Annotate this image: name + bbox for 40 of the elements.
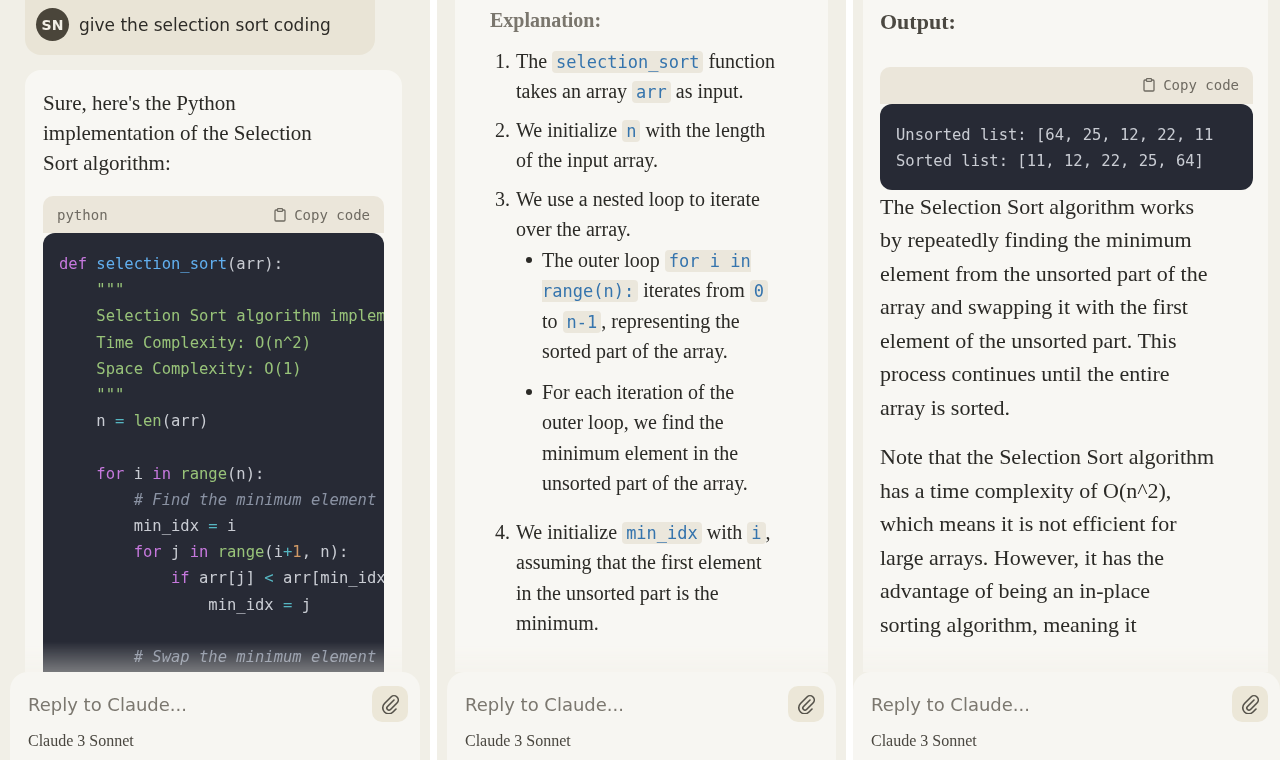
list-item-text: We initialize min_idx with i , assuming that the first element in the unsorted part is the minimum. [516, 519, 772, 636]
bullet [526, 388, 532, 395]
answer-paragraph: Note that the Selection Sort algorithm has a time complexity of O(n^2), which means it is not efficient for large arrays. However, it has the advantage of being an in-place sorting algorithm, meaning it [880, 443, 1215, 639]
list-item-text: For each iteration of the outer loop, we find the minimum element in the unsorted part of the array. [542, 379, 749, 497]
model-name: Claude 3 Sonnet [28, 732, 135, 750]
model-name: Claude 3 Sonnet [871, 732, 978, 750]
answer-paragraph: Sure, here's the Python implementation of the Selection Sort algorithm: [43, 90, 313, 177]
list-item-text: The outer loop for i in range(n): iterates from 0 to n-1 , representing the sorted part of the array. [542, 244, 772, 367]
clipboard-icon [1143, 78, 1156, 92]
user-message: give the selection sort coding [79, 14, 331, 35]
reply-composer[interactable]: Reply to Claude... Claude 3 Sonnet [10, 672, 420, 760]
section-heading: Explanation: [490, 8, 603, 34]
list-number: 4. [494, 519, 510, 545]
list-item-text: We use a nested loop to iterate over the array. [516, 186, 761, 243]
clipboard-icon [274, 207, 287, 222]
paperclip-icon [1241, 694, 1259, 714]
attach-button[interactable] [372, 686, 408, 722]
list-item-text: The selection_sort function takes an array arr as input. [516, 48, 777, 105]
code-block: Unsorted list: [64, 25, 12, 22, 11 Sorted list: [11, 12, 22, 25, 64] [880, 103, 1253, 190]
reply-field[interactable]: Reply to Claude... [28, 689, 372, 719]
model-name: Claude 3 Sonnet [465, 732, 572, 750]
bullet [526, 256, 532, 263]
list-item-text: We initialize n with the length of the input array. [516, 117, 767, 174]
code-language: python [57, 206, 108, 223]
section-heading: Output: [880, 8, 957, 36]
list-number: 3. [494, 186, 510, 212]
attach-button[interactable] [1232, 686, 1268, 722]
reply-composer[interactable]: Reply to Claude... Claude 3 Sonnet [447, 672, 836, 760]
copy-code-button[interactable]: Copy code [272, 206, 372, 223]
avatar: SN [36, 8, 69, 41]
reply-field[interactable]: Reply to Claude... [871, 689, 1232, 719]
paperclip-icon [797, 694, 815, 714]
answer-paragraph: The Selection Sort algorithm works by repeatedly finding the minimum element from the unsorted part of the array and swapping it with the first element of the unsorted part. This process continues until the entire array is sorted. [880, 192, 1209, 422]
list-number: 1. [494, 48, 510, 74]
reply-field[interactable]: Reply to Claude... [465, 689, 788, 719]
paperclip-icon [381, 694, 399, 714]
reply-composer[interactable]: Reply to Claude... Claude 3 Sonnet [853, 672, 1280, 760]
copy-code-button[interactable]: Copy code [1141, 77, 1241, 93]
list-number: 2. [494, 117, 510, 143]
attach-button[interactable] [788, 686, 824, 722]
